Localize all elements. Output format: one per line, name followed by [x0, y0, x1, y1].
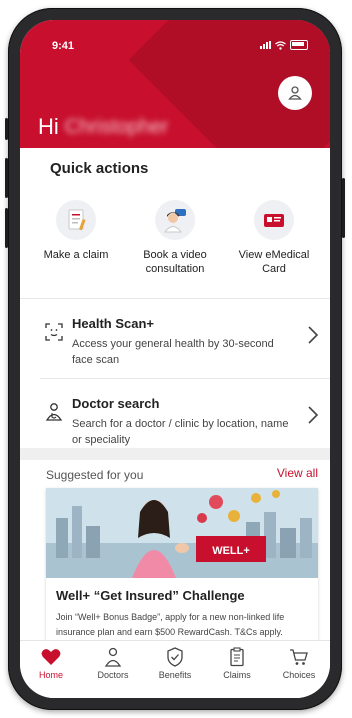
view-all-link[interactable]: View all: [277, 466, 318, 480]
doctor-search-title: Doctor search: [72, 396, 160, 411]
nav-choices[interactable]: Choices: [268, 647, 330, 680]
quick-action-video-consult[interactable]: Book a video consultation: [127, 200, 223, 276]
promo-illustration: WELL+: [46, 488, 318, 578]
claim-form-icon: [56, 200, 96, 240]
volume-up-button: [5, 158, 8, 198]
user-name: Christopher: [64, 115, 169, 138]
status-icons: [260, 40, 308, 50]
nav-label: Doctors: [97, 670, 129, 680]
signal-icon: [260, 41, 271, 49]
power-button: [342, 178, 345, 238]
nav-benefits[interactable]: Benefits: [144, 647, 206, 680]
quick-action-label: Book a video consultation: [143, 249, 207, 275]
promo-body: Join “Well+ Bonus Badge”, apply for a ne…: [56, 612, 285, 637]
chevron-right-icon: [308, 326, 319, 344]
user-icon: [288, 86, 302, 100]
doctor-icon: [45, 403, 63, 421]
shield-check-icon: [167, 647, 183, 667]
divider: [20, 298, 330, 299]
promo-title: Well+ “Get Insured” Challenge: [56, 588, 245, 603]
doctor-chat-icon: [155, 200, 195, 240]
nav-home[interactable]: Home: [20, 647, 82, 680]
face-scan-icon: [45, 323, 63, 341]
nav-label: Home: [38, 670, 63, 680]
chevron-right-icon: [308, 406, 319, 424]
nav-label: Choices: [282, 670, 316, 680]
wifi-icon: [275, 40, 286, 50]
status-time: 9:41: [52, 40, 75, 52]
suggested-title: Suggested for you: [46, 468, 144, 482]
quick-action-emedical-card[interactable]: View eMedical Card: [226, 200, 322, 276]
health-scan-subtitle: Access your general health by 30-second …: [72, 338, 274, 366]
doctor-search-item[interactable]: Doctor search Search for a doctor / clin…: [20, 380, 330, 458]
heart-icon: [41, 649, 61, 665]
battery-icon: [290, 40, 308, 50]
cart-icon: [290, 649, 308, 665]
volume-down-button: [5, 208, 8, 248]
promo-sign-text: WELL+: [212, 545, 250, 557]
divider: [40, 378, 330, 379]
app-screen: 9:41 Hi Christopher Quick actions Make a…: [20, 20, 330, 698]
doctor-search-subtitle: Search for a doctor / clinic by location…: [72, 418, 289, 446]
nav-label: Benefits: [158, 670, 192, 680]
promo-image: WELL+: [46, 488, 318, 578]
suggested-header: Suggested for you View all: [46, 466, 318, 484]
quick-action-label: View eMedical Card: [238, 249, 310, 275]
promo-card[interactable]: WELL+ Well+ “Get Insured” Challenge Join…: [46, 488, 318, 648]
quick-action-label: Make a claim: [43, 249, 109, 261]
quick-actions-title: Quick actions: [50, 160, 149, 177]
clipboard-icon: [230, 647, 244, 667]
main-card: Quick actions Make a claim Book a video …: [20, 148, 330, 468]
doctor-icon: [104, 647, 122, 667]
greeting-text: Hi: [38, 114, 59, 139]
medical-card-icon: [254, 200, 294, 240]
mute-switch: [5, 118, 8, 140]
nav-doctors[interactable]: Doctors: [82, 647, 144, 680]
quick-action-make-claim[interactable]: Make a claim: [28, 200, 124, 262]
bottom-nav: Home Doctors Benefits Claims Choices: [20, 640, 330, 698]
profile-button[interactable]: [278, 76, 312, 110]
nav-label: Claims: [223, 670, 251, 680]
greeting: Hi Christopher: [38, 114, 168, 140]
health-scan-title: Health Scan+: [72, 316, 155, 331]
nav-claims[interactable]: Claims: [206, 647, 268, 680]
section-separator: [20, 448, 330, 460]
health-scan-item[interactable]: Health Scan+ Access your general health …: [20, 300, 330, 378]
